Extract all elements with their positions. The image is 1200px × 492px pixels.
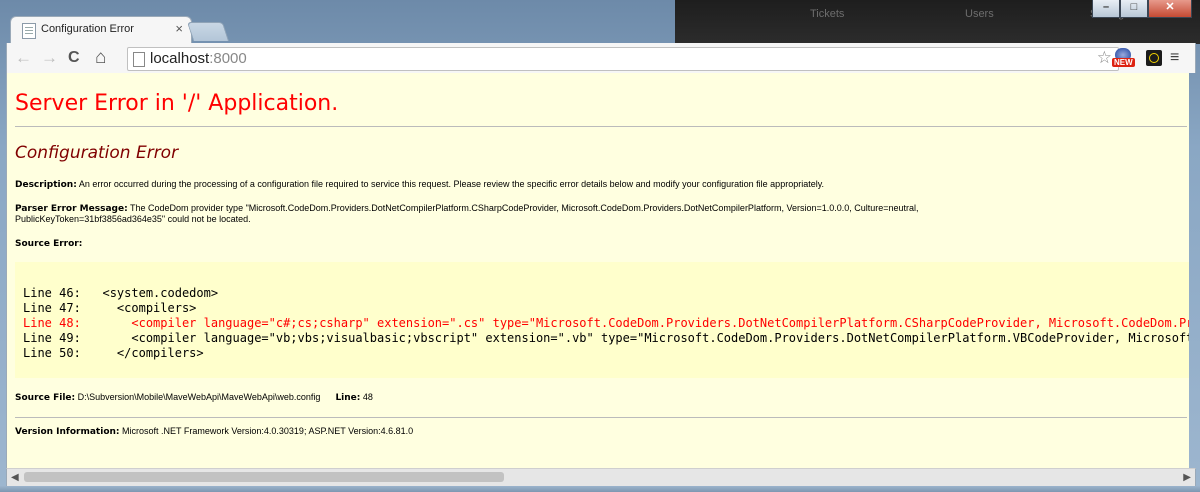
source-line: Line 49: <compiler language="vb;vbs;visu… [23, 331, 1189, 345]
scrollbar-thumb[interactable] [24, 472, 504, 482]
version-label: Version Information: [15, 427, 120, 437]
browser-tab[interactable]: Configuration Error × [10, 16, 192, 43]
description-label: Description: [15, 180, 77, 190]
parser-error-text-continued: PublicKeyToken=31bf3856ad364e35" could n… [15, 214, 251, 224]
source-file-label: Source File: [15, 393, 76, 403]
close-window-button[interactable]: ✕ [1148, 0, 1192, 18]
source-error-heading: Source Error: [15, 238, 82, 249]
minimize-button[interactable]: – [1092, 0, 1120, 18]
page-content: Server Error in '/' Application. Configu… [6, 73, 1189, 468]
extension-new-badge: NEW [1112, 58, 1135, 67]
page-favicon-icon [22, 23, 36, 39]
new-tab-button[interactable] [186, 22, 230, 41]
parser-error-text: The CodeDom provider type "Microsoft.Cod… [130, 203, 919, 213]
home-icon[interactable]: ⌂ [95, 48, 106, 68]
window-controls: – □ ✕ [1092, 0, 1192, 18]
page-title: Server Error in '/' Application. [15, 91, 339, 116]
maximize-button[interactable]: □ [1120, 0, 1148, 18]
extension-new-icon[interactable]: NEW [1112, 48, 1136, 68]
tab-title: Configuration Error [41, 23, 134, 35]
window-bottom-frame [0, 486, 1200, 492]
url-text: localhost:8000 [150, 50, 247, 67]
url-host: localhost [150, 50, 210, 67]
back-arrow-icon[interactable]: ← [15, 48, 32, 68]
bookmark-star-icon[interactable]: ☆ [1097, 48, 1112, 68]
description-text: An error occurred during the processing … [78, 179, 825, 189]
line-value: 48 [362, 392, 373, 402]
scroll-left-icon[interactable]: ◀ [11, 472, 19, 483]
source-line-error: Line 48: <compiler language="c#;cs;cshar… [23, 316, 1189, 330]
source-file-value: D:\Subversion\Mobile\MaveWebApi\MaveWebA… [77, 392, 321, 402]
source-error-label: Source Error: [15, 239, 83, 249]
url-port: :8000 [209, 50, 247, 67]
source-line: Line 47: <compilers> [23, 301, 197, 315]
source-file-paragraph: Source File: D:\Subversion\Mobile\MaveWe… [15, 392, 373, 403]
title-divider [15, 126, 1187, 127]
description-paragraph: Description: An error occurred during th… [15, 179, 824, 190]
browser-window: Tickets Users Settings Configuration Err… [0, 0, 1200, 492]
reload-icon[interactable]: C [68, 48, 80, 68]
background-tab-label: Tickets [810, 8, 845, 20]
background-tab-label: Users [965, 8, 994, 20]
page-subtitle: Configuration Error [15, 143, 179, 163]
source-line: Line 50: </compilers> [23, 346, 204, 360]
address-bar[interactable]: localhost:8000 ☆ [127, 47, 1119, 71]
browser-toolbar: ← → C ⌂ localhost:8000 ☆ NEW ≡ [6, 43, 1196, 73]
horizontal-scrollbar[interactable]: ◀ ▶ [6, 468, 1196, 486]
source-code-block: Line 46: <system.codedom> Line 47: <comp… [15, 262, 1189, 378]
version-divider [15, 417, 1187, 418]
tab-close-icon[interactable]: × [175, 21, 183, 36]
source-line: Line 46: <system.codedom> [23, 286, 219, 300]
line-label: Line: [335, 393, 361, 403]
parser-error-paragraph: Parser Error Message: The CodeDom provid… [15, 203, 919, 224]
forward-arrow-icon[interactable]: → [41, 48, 58, 68]
version-value: Microsoft .NET Framework Version:4.0.303… [122, 426, 414, 436]
extension-check-icon[interactable] [1146, 50, 1162, 66]
menu-icon[interactable]: ≡ [1170, 49, 1179, 67]
version-paragraph: Version Information: Microsoft .NET Fram… [15, 426, 413, 437]
parser-error-label: Parser Error Message: [15, 204, 128, 214]
page-icon [133, 52, 145, 67]
scroll-right-icon[interactable]: ▶ [1183, 472, 1191, 483]
